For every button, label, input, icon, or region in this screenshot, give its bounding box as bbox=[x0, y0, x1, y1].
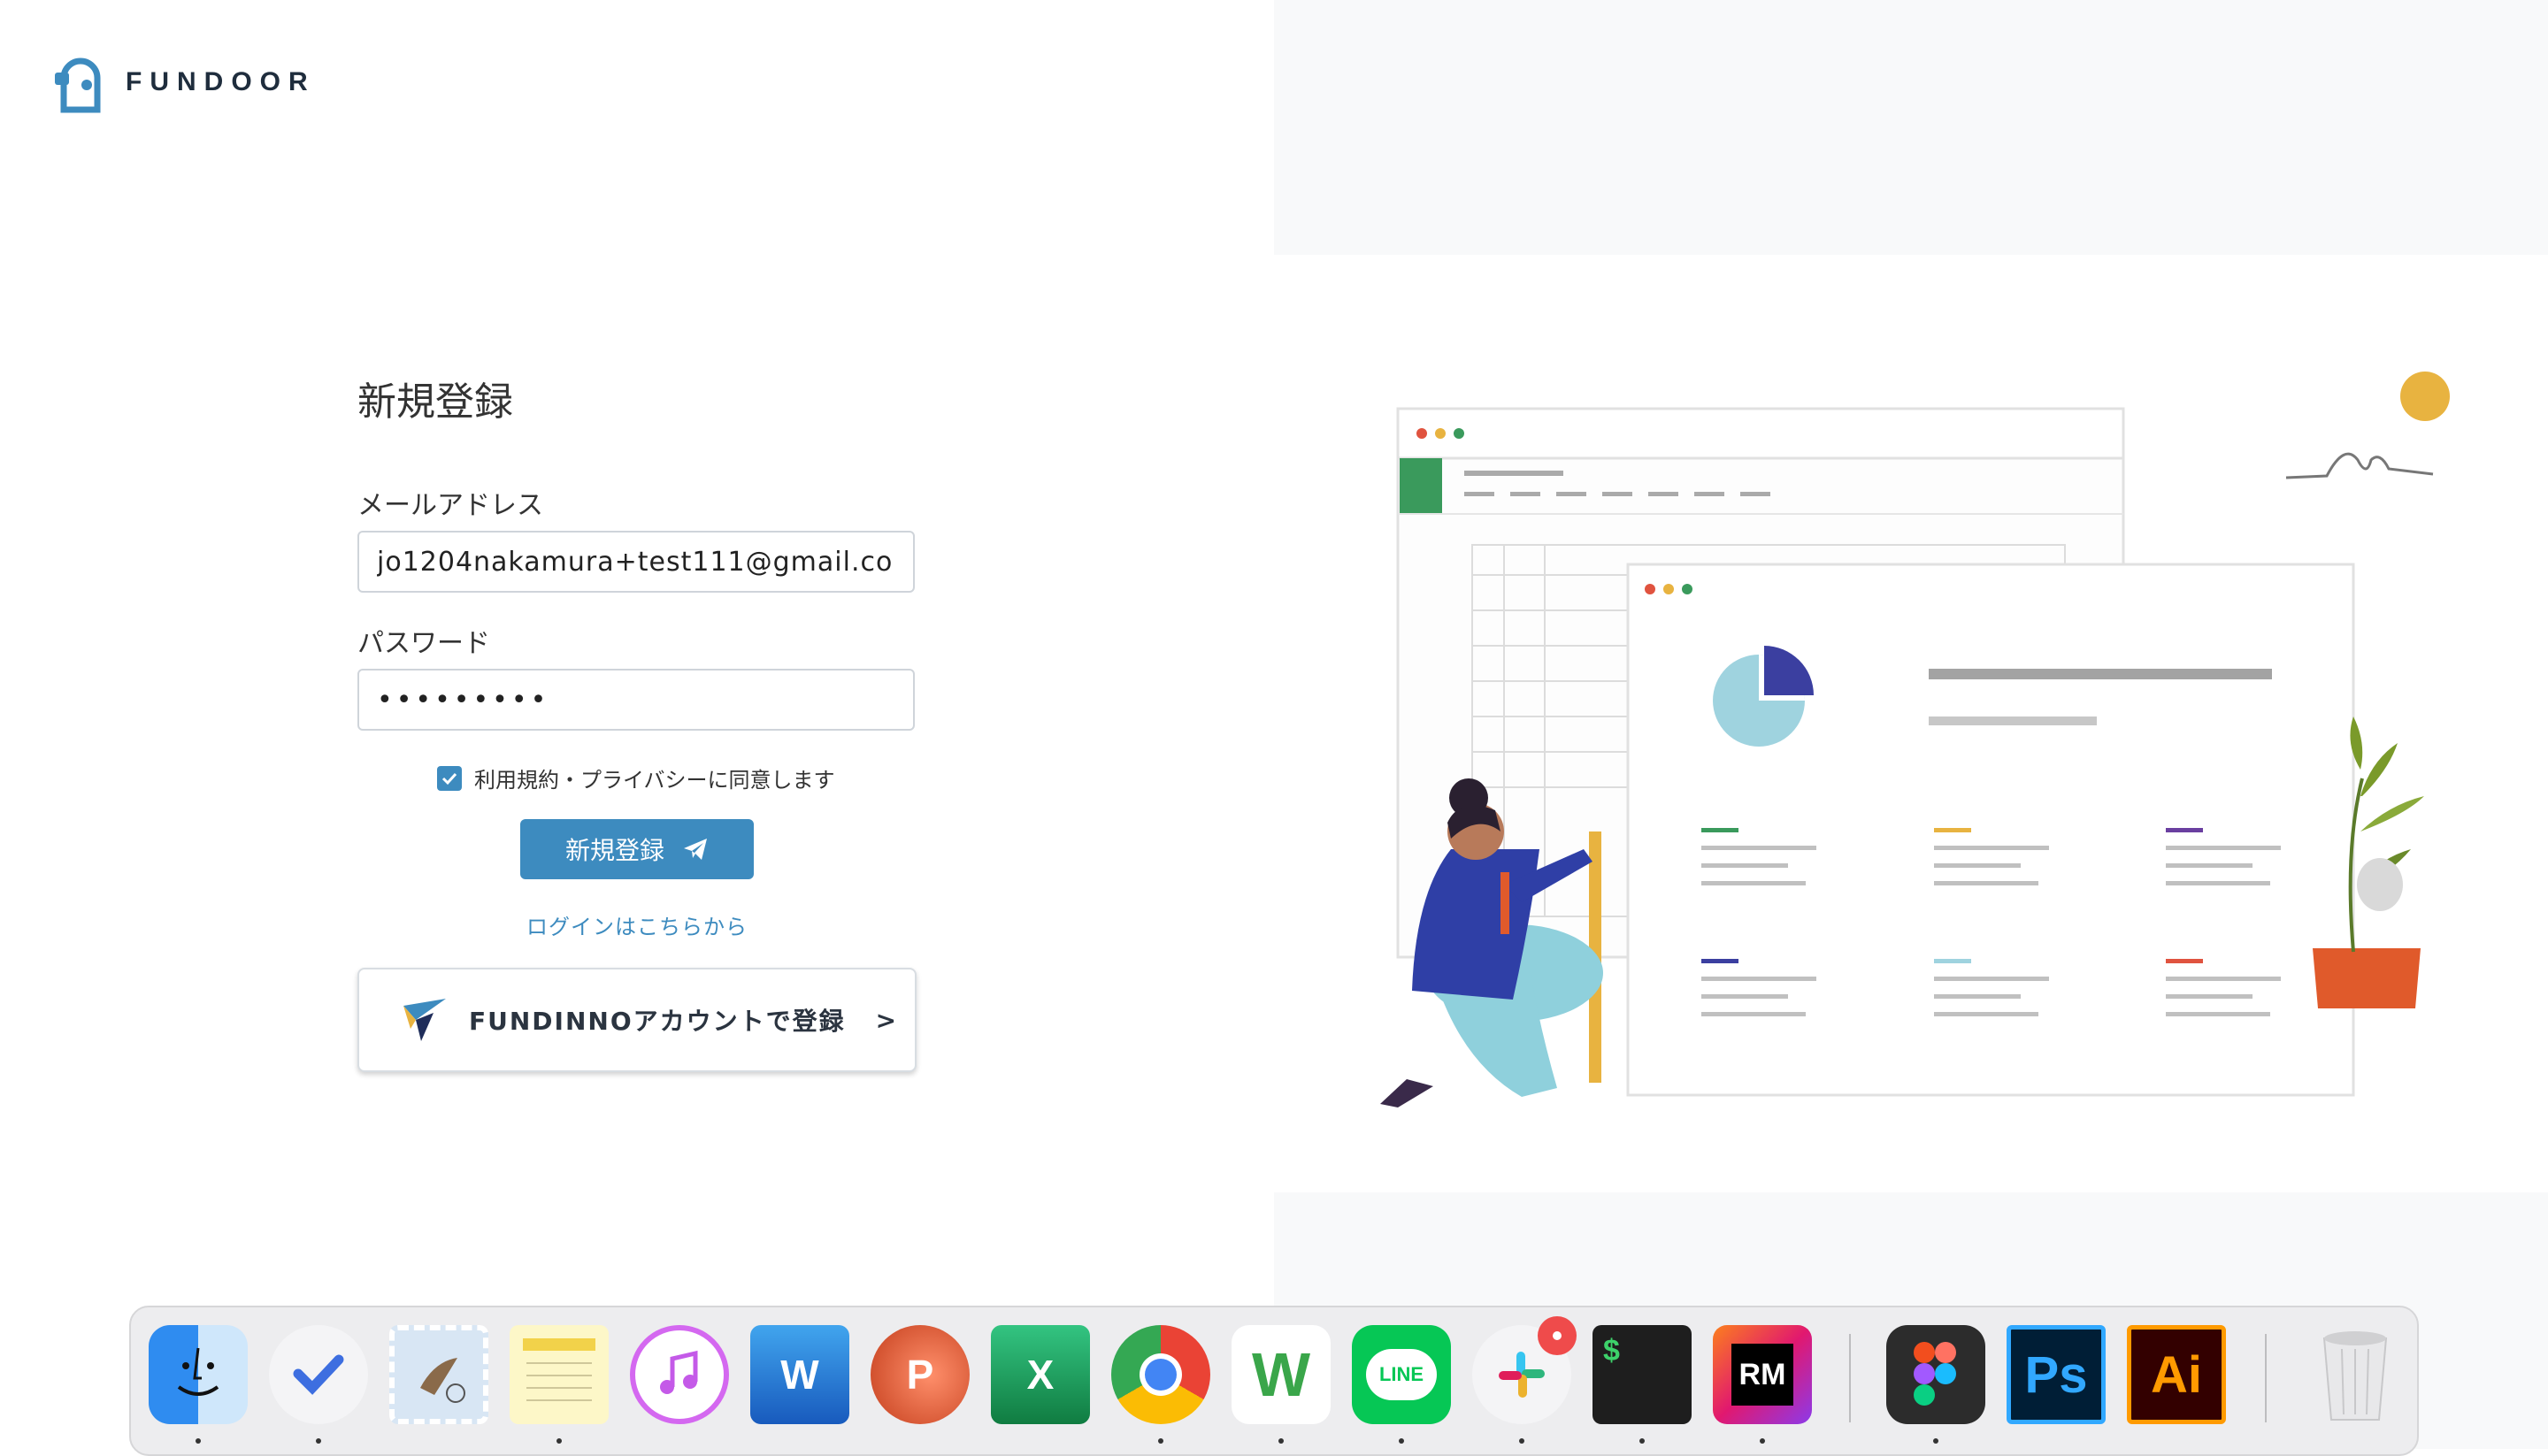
chrome-running-dot bbox=[1158, 1438, 1163, 1444]
slack-icon[interactable] bbox=[1472, 1316, 1577, 1424]
rubymine-label: RM bbox=[1731, 1344, 1793, 1406]
w-app-icon-label: W bbox=[1251, 1340, 1311, 1409]
terminal-icon-label: $ bbox=[1603, 1334, 1620, 1368]
password-field[interactable] bbox=[357, 669, 915, 731]
powerpoint-icon-label: P bbox=[906, 1352, 934, 1398]
figma-icon[interactable] bbox=[1886, 1325, 1985, 1424]
chevron-right-icon: > bbox=[875, 1005, 897, 1035]
login-link-row: ログインはこちらから bbox=[0, 909, 1274, 940]
terminal-icon[interactable]: $ bbox=[1592, 1325, 1692, 1424]
agree-row[interactable]: 利用規約・プライバシーに同意します bbox=[437, 762, 835, 793]
rubymine-icon[interactable]: RM bbox=[1713, 1325, 1812, 1424]
w-app-icon[interactable]: W bbox=[1232, 1325, 1331, 1424]
macos-dock: W P X W LINE $ RM Ps Ai bbox=[129, 1306, 2419, 1456]
finder-icon[interactable] bbox=[149, 1325, 248, 1424]
music-icon[interactable] bbox=[630, 1325, 729, 1424]
illustrator-icon[interactable]: Ai bbox=[2127, 1325, 2226, 1424]
dock-separator-trash bbox=[2265, 1334, 2267, 1422]
sun-shape bbox=[2400, 372, 2450, 421]
workspace-illustration bbox=[1380, 372, 2450, 1107]
slack-running-dot bbox=[1519, 1438, 1524, 1444]
excel-icon[interactable]: X bbox=[991, 1325, 1090, 1424]
trash-icon[interactable] bbox=[2306, 1325, 2405, 1424]
powerpoint-icon[interactable]: P bbox=[871, 1325, 970, 1424]
w-app-running-dot bbox=[1278, 1438, 1284, 1444]
fundinno-logo-icon bbox=[403, 999, 446, 1041]
mail-icon[interactable] bbox=[389, 1325, 488, 1424]
dock-separator bbox=[1849, 1334, 1851, 1422]
chrome-icon[interactable] bbox=[1111, 1325, 1210, 1424]
excel-icon-label: X bbox=[1026, 1352, 1055, 1398]
word-icon-label: W bbox=[780, 1352, 819, 1398]
checkmark-icon bbox=[441, 772, 457, 785]
page-title: 新規登録 bbox=[357, 379, 513, 425]
front-window-shape bbox=[1626, 563, 2355, 1097]
email-label: メールアドレス bbox=[357, 490, 543, 521]
register-button-label: 新規登録 bbox=[564, 836, 664, 865]
finder-running-dot bbox=[196, 1438, 201, 1444]
fundinno-button-label: FUNDINNOアカウントで登録 bbox=[469, 1007, 846, 1036]
logo-text: FUNDOOR bbox=[126, 67, 316, 96]
figma-running-dot bbox=[1933, 1438, 1938, 1444]
terminal-running-dot bbox=[1639, 1438, 1645, 1444]
agree-checkbox[interactable] bbox=[437, 765, 462, 791]
login-link[interactable]: ログインはこちらから bbox=[526, 915, 748, 939]
fundinno-register-button[interactable]: FUNDINNOアカウントで登録 > bbox=[357, 968, 917, 1072]
tasks-running-dot bbox=[316, 1438, 321, 1444]
photoshop-icon[interactable]: Ps bbox=[2007, 1325, 2106, 1424]
line-running-dot bbox=[1399, 1438, 1404, 1444]
register-button[interactable]: 新規登録 bbox=[520, 819, 754, 879]
notes-icon[interactable] bbox=[510, 1325, 609, 1424]
rubymine-running-dot bbox=[1760, 1438, 1765, 1444]
agree-label: 利用規約・プライバシーに同意します bbox=[474, 768, 835, 793]
photoshop-icon-label: Ps bbox=[2024, 1345, 2088, 1404]
email-field[interactable] bbox=[357, 531, 915, 593]
line-icon[interactable]: LINE bbox=[1352, 1325, 1451, 1424]
squiggle-shape bbox=[2285, 452, 2434, 479]
paper-plane-icon bbox=[682, 837, 709, 862]
logo[interactable]: FUNDOOR bbox=[51, 51, 316, 113]
fundoor-logo-icon bbox=[55, 57, 101, 113]
notification-badge bbox=[1538, 1316, 1577, 1355]
line-bubble: LINE bbox=[1366, 1349, 1437, 1400]
illustrator-icon-label: Ai bbox=[2151, 1345, 2202, 1404]
notes-running-dot bbox=[556, 1438, 562, 1444]
tasks-icon[interactable] bbox=[269, 1325, 368, 1424]
password-label: パスワード bbox=[357, 628, 490, 659]
word-icon[interactable]: W bbox=[750, 1325, 849, 1424]
